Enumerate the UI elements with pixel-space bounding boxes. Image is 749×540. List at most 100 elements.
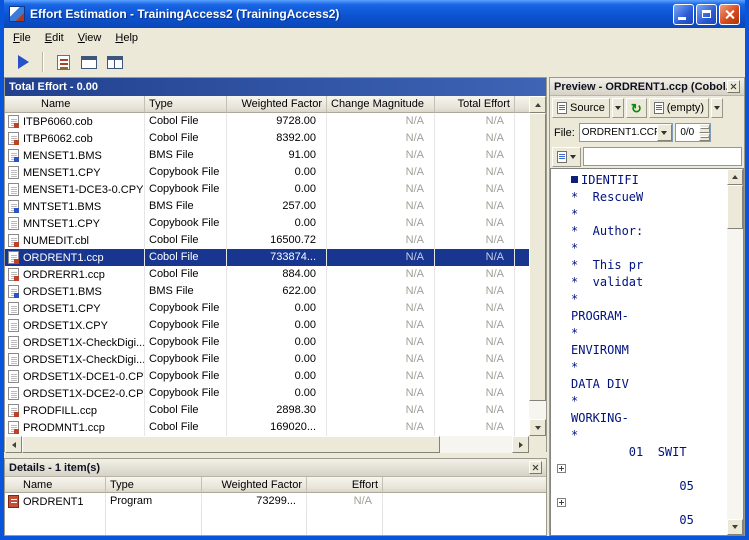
column-header-type[interactable]: Type — [145, 96, 227, 113]
run-button[interactable] — [10, 50, 36, 74]
column-divider — [201, 509, 202, 535]
table-row[interactable]: ORDSET1X-CheckDigi... Copybook File 0.00… — [5, 351, 529, 368]
table-row[interactable]: MNTSET1.BMS BMS File 257.00 N/A N/A — [5, 198, 529, 215]
table-row[interactable]: ORDSET1.CPY Copybook File 0.00 N/A N/A — [5, 300, 529, 317]
table-row[interactable]: ORDRENT1.ccp Cobol File 733874... N/A N/… — [5, 249, 529, 266]
code-preview[interactable]: IDENTIFI * RescueW * — [550, 168, 744, 536]
code-text: * RescueW — [571, 190, 643, 204]
column-header-name[interactable]: Name — [5, 96, 145, 113]
file-icon — [8, 251, 19, 264]
close-details-button[interactable] — [529, 461, 542, 474]
report-button[interactable] — [50, 50, 76, 74]
cell-name: ORDSET1X.CPY — [5, 317, 145, 334]
cell-type: Copybook File — [145, 368, 227, 385]
scroll-right-button[interactable] — [512, 436, 529, 453]
file-icon — [8, 302, 19, 315]
table-row[interactable]: ORDSET1X-CheckDigi... Copybook File 0.00… — [5, 334, 529, 351]
scroll-left-button[interactable] — [5, 436, 22, 453]
scrollbar-corner — [529, 436, 546, 453]
table-row[interactable]: ORDSET1.BMS BMS File 622.00 N/A N/A — [5, 283, 529, 300]
table-row[interactable]: ITBP6062.cob Cobol File 8392.00 N/A N/A — [5, 130, 529, 147]
table-row[interactable]: NUMEDIT.cbl Cobol File 16500.72 N/A N/A — [5, 232, 529, 249]
scroll-down-button[interactable] — [529, 419, 546, 436]
cell-name: ORDRENT1.ccp — [5, 249, 145, 266]
menu-item[interactable]: File — [6, 30, 38, 46]
table-row[interactable]: PRODFILL.ccp Cobol File 2898.30 N/A N/A — [5, 402, 529, 419]
file-combobox[interactable]: ORDRENT1.CCF — [579, 123, 673, 142]
table-row[interactable]: ORDRERR1.ccp Cobol File 884.00 N/A N/A — [5, 266, 529, 283]
cell-total-effort: N/A — [435, 147, 515, 164]
table-row[interactable]: MNTSET1.CPY Copybook File 0.00 N/A N/A — [5, 215, 529, 232]
refresh-button[interactable]: ↻ — [626, 98, 647, 118]
cell-type: Copybook File — [145, 215, 227, 232]
code-text: * — [571, 326, 578, 340]
preview-header: Preview - ORDRENT1.ccp (Cobol... — [550, 78, 744, 96]
fold-icon[interactable] — [557, 464, 566, 473]
column-header-weighted-factor[interactable]: Weighted Factor — [227, 96, 327, 113]
table-row[interactable]: ITBP6060.cob Cobol File 9728.00 N/A N/A — [5, 113, 529, 130]
file-icon — [8, 285, 19, 298]
cell-change-magnitude: N/A — [327, 181, 435, 198]
menu-item[interactable]: View — [71, 30, 109, 46]
close-button[interactable] — [719, 4, 740, 25]
document-icon — [654, 102, 664, 114]
bookmark-dropdown-button[interactable] — [552, 147, 581, 167]
scroll-up-button[interactable] — [727, 169, 743, 185]
arrow-up-icon — [732, 175, 738, 179]
maximize-button[interactable] — [696, 4, 717, 25]
details-column-effort[interactable]: Effort — [307, 477, 383, 493]
split-window-button[interactable] — [102, 50, 128, 74]
source-button[interactable]: Source — [552, 98, 610, 118]
menu-item[interactable]: Edit — [38, 30, 71, 46]
cell-name: ORDRERR1.ccp — [5, 266, 145, 283]
preview-scroll-thumb[interactable] — [727, 185, 743, 229]
table-row[interactable]: ORDSET1X-DCE2-0.CPY Copybook File 0.00 N… — [5, 385, 529, 402]
minimize-button[interactable] — [673, 4, 694, 25]
details-row[interactable]: ORDRENT1 Program 73299... N/A — [5, 493, 546, 510]
window-button[interactable] — [76, 50, 102, 74]
fold-gutter[interactable] — [551, 464, 571, 473]
fold-gutter[interactable] — [551, 498, 571, 507]
fold-icon[interactable] — [557, 498, 566, 507]
empty-button[interactable]: (empty) — [649, 98, 709, 118]
table-row[interactable]: MENSET1.CPY Copybook File 0.00 N/A N/A — [5, 164, 529, 181]
spin-up-button[interactable] — [699, 124, 710, 133]
file-icon — [8, 319, 19, 332]
vertical-scroll-thumb[interactable] — [529, 113, 546, 401]
column-header-total-effort[interactable]: Total Effort — [435, 96, 515, 113]
column-header-change-magnitude[interactable]: Change Magnitude — [327, 96, 435, 113]
split-window-icon — [107, 56, 123, 69]
cell-change-magnitude: N/A — [327, 334, 435, 351]
table-row[interactable]: ORDSET1X-DCE1-0.CPY Copybook File 0.00 N… — [5, 368, 529, 385]
table-row[interactable]: PRODMNT1.ccp Cobol File 169020... N/A N/… — [5, 419, 529, 436]
source-dropdown-button[interactable] — [612, 98, 624, 118]
cell-type: Cobol File — [145, 266, 227, 283]
horizontal-scrollbar[interactable] — [5, 436, 529, 453]
run-icon — [18, 55, 29, 69]
scroll-up-button[interactable] — [529, 96, 546, 113]
table-row[interactable]: MENSET1-DCE3-0.CPY Copybook File 0.00 N/… — [5, 181, 529, 198]
titlebar[interactable]: Effort Estimation - TrainingAccess2 (Tra… — [4, 0, 745, 28]
minimize-icon — [678, 17, 686, 20]
file-icon — [8, 336, 19, 349]
preview-vertical-scrollbar[interactable] — [727, 169, 743, 535]
details-column-name[interactable]: Name — [5, 477, 106, 493]
scroll-down-button[interactable] — [727, 519, 743, 535]
menu-item[interactable]: Help — [108, 30, 145, 46]
table-row[interactable]: ORDSET1X.CPY Copybook File 0.00 N/A N/A — [5, 317, 529, 334]
vertical-scrollbar[interactable] — [529, 96, 546, 436]
cell-type: Cobol File — [145, 402, 227, 419]
spin-down-button[interactable] — [699, 133, 710, 142]
table-row[interactable]: MENSET1.BMS BMS File 91.00 N/A N/A — [5, 147, 529, 164]
arrow-down-icon — [732, 525, 738, 529]
file-combobox-dropdown[interactable] — [657, 124, 672, 141]
match-spinner[interactable]: 0/0 — [675, 123, 711, 142]
cell-total-effort: N/A — [435, 249, 515, 266]
close-preview-button[interactable] — [727, 80, 740, 93]
horizontal-scroll-thumb[interactable] — [22, 436, 440, 453]
details-column-weighted-factor[interactable]: Weighted Factor — [202, 477, 307, 493]
search-input[interactable] — [583, 147, 742, 166]
empty-dropdown-button[interactable] — [711, 98, 723, 118]
file-icon — [8, 149, 19, 162]
details-column-type[interactable]: Type — [106, 477, 202, 493]
